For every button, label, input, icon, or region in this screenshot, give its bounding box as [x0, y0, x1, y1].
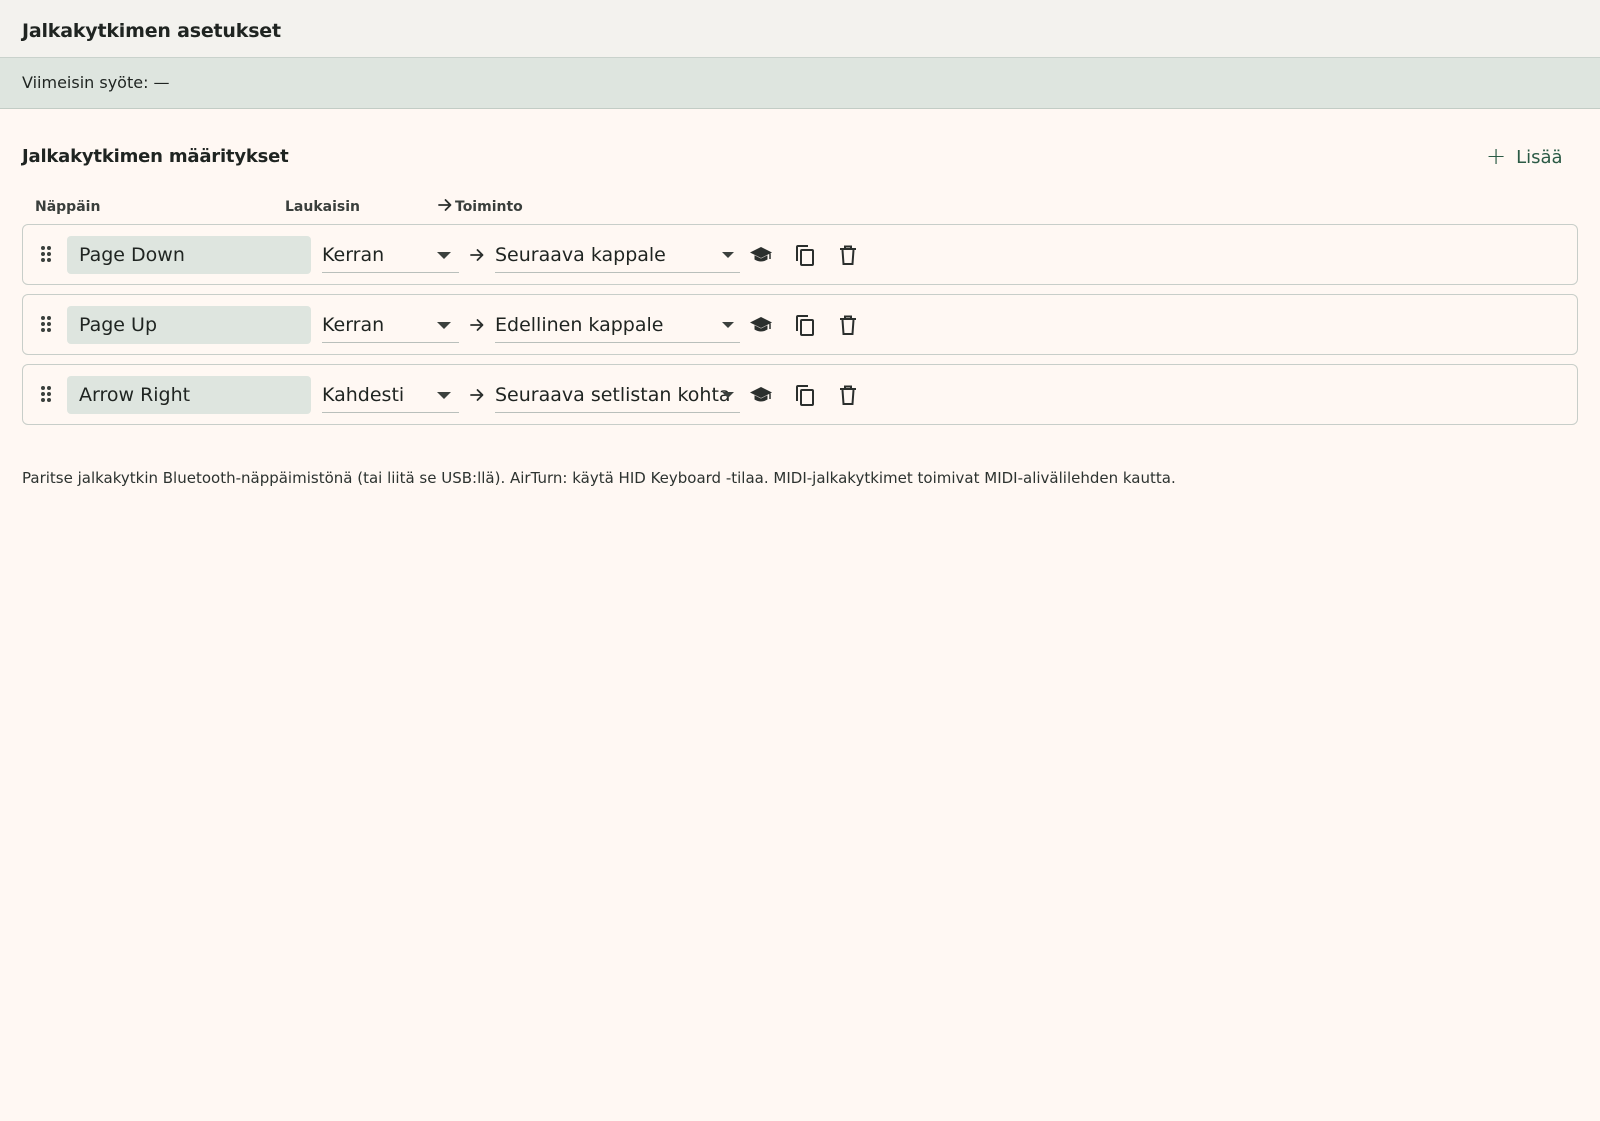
copy-icon[interactable] [793, 383, 817, 407]
trash-icon[interactable] [836, 243, 860, 267]
trigger-value: Kerran [322, 243, 385, 266]
top-bar: Jalkakytkimen asetukset [0, 0, 1600, 58]
action-select[interactable]: Edellinen kappale [495, 307, 740, 343]
add-button-label: Lisää [1516, 146, 1563, 168]
trigger-select[interactable]: Kahdesti [322, 377, 459, 413]
chevron-down-icon [437, 252, 451, 259]
add-mapping-button[interactable]: + Lisää [1486, 142, 1563, 172]
arrow-right-icon [438, 199, 452, 211]
last-input-status: Viimeisin syöte: — [22, 73, 170, 92]
page-title: Jalkakytkimen asetukset [22, 20, 281, 42]
trigger-select[interactable]: Kerran [322, 237, 459, 273]
column-header-action: Toiminto [455, 199, 523, 215]
trigger-value: Kahdesti [322, 383, 405, 406]
action-select[interactable]: Seuraava setlistan kohta [495, 377, 740, 413]
plus-icon: + [1486, 142, 1507, 170]
graduation-cap-icon[interactable] [749, 313, 773, 337]
key-field[interactable]: Page Down [67, 236, 311, 274]
chevron-down-icon [722, 392, 734, 398]
copy-icon[interactable] [793, 243, 817, 267]
chevron-down-icon [437, 392, 451, 399]
action-select[interactable]: Seuraava kappale [495, 237, 740, 273]
key-field[interactable]: Page Up [67, 306, 311, 344]
action-value: Edellinen kappale [495, 313, 664, 336]
mapping-row: Page Up Kerran Edellinen kappale [22, 294, 1578, 355]
trash-icon[interactable] [836, 313, 860, 337]
copy-icon[interactable] [793, 313, 817, 337]
mapping-row: Arrow Right Kahdesti Seuraava setlistan … [22, 364, 1578, 425]
chevron-down-icon [722, 252, 734, 258]
arrow-right-icon [470, 319, 484, 331]
trigger-value: Kerran [322, 313, 385, 336]
action-value: Seuraava kappale [495, 243, 666, 266]
chevron-down-icon [722, 322, 734, 328]
help-text: Paritse jalkakytkin Bluetooth-näppäimist… [22, 469, 1176, 487]
arrow-right-icon [470, 249, 484, 261]
trash-icon[interactable] [836, 383, 860, 407]
mapping-row: Page Down Kerran Seuraava kappale [22, 224, 1578, 285]
action-value: Seuraava setlistan kohta [495, 383, 731, 406]
drag-handle-icon[interactable] [39, 245, 53, 263]
trigger-select[interactable]: Kerran [322, 307, 459, 343]
status-bar: Viimeisin syöte: — [0, 58, 1600, 109]
arrow-right-icon [470, 389, 484, 401]
drag-handle-icon[interactable] [39, 385, 53, 403]
column-header-key: Näppäin [35, 199, 101, 215]
column-header-trigger: Laukaisin [285, 199, 360, 215]
graduation-cap-icon[interactable] [749, 243, 773, 267]
key-field[interactable]: Arrow Right [67, 376, 311, 414]
graduation-cap-icon[interactable] [749, 383, 773, 407]
chevron-down-icon [437, 322, 451, 329]
drag-handle-icon[interactable] [39, 315, 53, 333]
section-title: Jalkakytkimen määritykset [22, 146, 289, 167]
